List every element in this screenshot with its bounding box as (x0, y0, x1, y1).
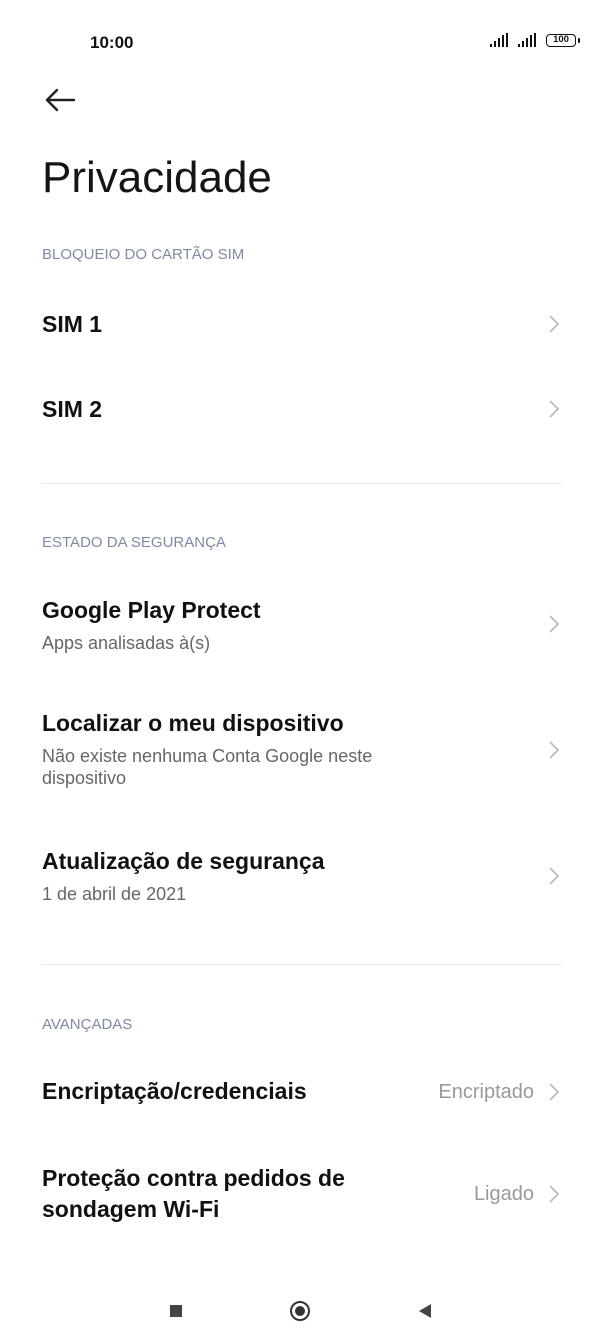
page-title: Privacidade (42, 153, 272, 202)
wifi-probe-protection-row[interactable]: Proteção contra pedidos de sondagem Wi-F… (0, 1156, 604, 1232)
navigation-bar (0, 1280, 604, 1344)
security-update-row[interactable]: Atualização de segurança 1 de abril de 2… (0, 840, 604, 920)
sim1-row[interactable]: SIM 1 (0, 292, 604, 356)
chevron-right-icon (549, 315, 560, 333)
status-time: 10:00 (90, 33, 134, 52)
battery-icon: 100 (546, 33, 580, 47)
chevron-right-icon (549, 615, 560, 633)
back-button[interactable] (44, 86, 76, 114)
wifi-probe-protection-title-line2: sondagem Wi-Fi (42, 1196, 220, 1222)
google-play-protect-subtitle: Apps analisadas à(s) (42, 633, 211, 653)
signal-sim1-icon (490, 33, 510, 47)
section-header-sim-lock: BLOQUEIO DO CARTÃO SIM (42, 246, 245, 263)
divider (42, 483, 562, 484)
chevron-right-icon (549, 867, 560, 885)
encryption-credentials-title: Encriptação/credenciais (42, 1078, 307, 1104)
chevron-right-icon (549, 400, 560, 418)
chevron-right-icon (549, 1083, 560, 1101)
find-my-device-subtitle: Não existe nenhuma Conta Google neste di… (42, 746, 373, 788)
google-play-protect-row[interactable]: Google Play Protect Apps analisadas à(s) (0, 588, 604, 668)
security-update-title: Atualização de segurança (42, 848, 325, 874)
wifi-probe-protection-title-line1: Proteção contra pedidos de (42, 1165, 345, 1191)
section-header-security-status: ESTADO DA SEGURANÇA (42, 534, 226, 551)
signal-sim2-icon (518, 33, 538, 47)
find-my-device-row[interactable]: Localizar o meu dispositivo Não existe n… (0, 702, 604, 802)
security-update-subtitle: 1 de abril de 2021 (42, 884, 187, 904)
square-icon[interactable] (170, 1305, 182, 1317)
divider (42, 964, 562, 965)
triangle-left-icon[interactable] (419, 1304, 431, 1318)
circle-icon[interactable] (290, 1301, 310, 1321)
find-my-device-title: Localizar o meu dispositivo (42, 710, 344, 736)
encryption-status-value: Encriptado (438, 1081, 534, 1103)
status-icons: 100 (490, 33, 580, 47)
encryption-credentials-row[interactable]: Encriptação/credenciais Encriptado (0, 1062, 604, 1126)
google-play-protect-title: Google Play Protect (42, 597, 261, 623)
status-bar: 10:00 100 (0, 0, 604, 86)
wifi-probe-protection-value: Ligado (473, 1183, 534, 1205)
sim2-row[interactable]: SIM 2 (0, 377, 604, 441)
chevron-right-icon (549, 741, 560, 759)
chevron-right-icon (549, 1185, 560, 1203)
sim2-title: SIM 2 (42, 396, 103, 422)
section-header-advanced: AVANÇADAS (42, 1016, 133, 1033)
battery-level: 100 (553, 33, 569, 45)
sim1-title: SIM 1 (42, 311, 103, 337)
arrow-left-icon (45, 88, 76, 112)
